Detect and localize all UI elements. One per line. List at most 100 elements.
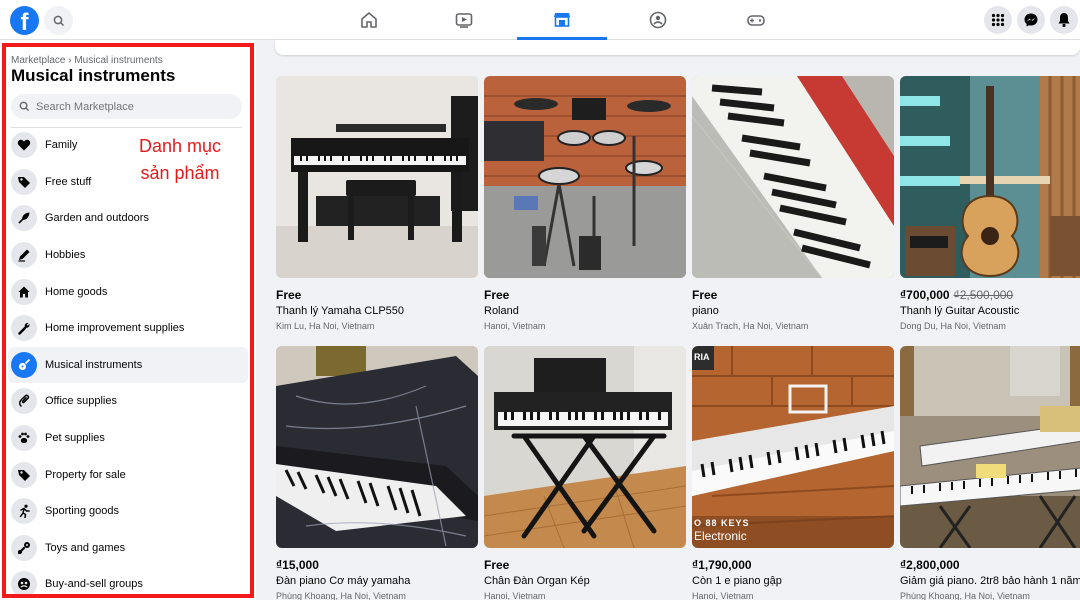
category-label: Home goods <box>45 285 108 298</box>
category-label: Musical instruments <box>45 358 143 371</box>
search-input[interactable] <box>36 100 226 113</box>
tab-groups[interactable] <box>613 0 703 40</box>
listing-price: ₫1,790,000 <box>692 558 894 572</box>
listing-location: Hanoi, Vietnam <box>484 321 546 331</box>
property-tag-icon <box>11 461 37 488</box>
listing-card[interactable]: Free Roland Hanoi, Vietnam <box>484 76 686 331</box>
search-icon <box>19 101 30 112</box>
messenger-icon <box>1024 13 1038 27</box>
price-value: ₫15,000 <box>276 558 319 572</box>
keyboard-stand-photo <box>484 346 686 548</box>
listing-location: Kim Lu, Ha Noi, Vietnam <box>276 321 375 331</box>
digital-piano-photo <box>276 76 478 278</box>
groups-icon <box>649 11 667 29</box>
listing-location: Phùng Khoang, Ha Noi, Vietnam <box>900 591 1030 600</box>
category-item-sporting-goods[interactable]: Sporting goods <box>8 493 248 530</box>
listing-card[interactable]: Free Chân Đàn Organ Kép Hanoi, Vietnam <box>484 346 686 600</box>
price-value: Free <box>484 558 510 572</box>
category-item-garden[interactable]: Garden and outdoors <box>8 200 248 237</box>
runner-icon <box>11 498 37 525</box>
category-label: Sporting goods <box>45 505 119 518</box>
bell-icon <box>1058 13 1070 28</box>
category-label: Buy-and-sell groups <box>45 578 143 591</box>
category-item-pet-supplies[interactable]: Pet supplies <box>8 420 248 457</box>
home-icon <box>361 12 377 28</box>
listing-card[interactable]: ₫15,000 Đàn piano Cơ máy yamaha Phùng Kh… <box>276 346 478 600</box>
tab-gaming[interactable] <box>711 0 801 40</box>
listing-title: Đàn piano Cơ máy yamaha <box>276 575 411 587</box>
listing-title: Thanh lý Guitar Acoustic <box>900 305 1020 317</box>
listing-title: piano <box>692 305 719 317</box>
category-item-buy-and-sell-groups[interactable]: Buy-and-sell groups <box>8 566 248 600</box>
listing-photo[interactable] <box>692 76 894 278</box>
pen-icon <box>11 242 37 269</box>
guitar-icon <box>11 351 37 378</box>
listing-photo[interactable] <box>276 76 478 278</box>
listing-price: Free <box>692 288 894 302</box>
breadcrumb[interactable]: Marketplace › Musical instruments <box>11 55 163 66</box>
category-item-musical-instruments[interactable]: Musical instruments <box>8 346 248 384</box>
listing-photo[interactable] <box>900 346 1080 548</box>
category-label: Home improvement supplies <box>45 322 185 335</box>
drum-kit-photo <box>484 76 686 278</box>
listing-photo[interactable] <box>900 76 1080 278</box>
listing-card[interactable]: Free Thanh lý Yamaha CLP550 Kim Lu, Ha N… <box>276 76 478 331</box>
listing-price: ₫700,000 ₫2,500,000 <box>900 288 1080 302</box>
category-list: Family Free stuff Garden and outdoors Ho… <box>8 127 248 600</box>
search-icon <box>53 15 64 26</box>
listing-price: Free <box>276 288 478 302</box>
listing-card[interactable]: ₫700,000 ₫2,500,000 Thanh lý Guitar Acous… <box>900 76 1080 331</box>
notifications-button[interactable] <box>1050 6 1078 34</box>
listing-card[interactable]: RIA O 88 KEYS Electronic ₫1,790,000 Còn … <box>692 346 894 600</box>
listing-price: ₫2,800,000 <box>900 558 1080 572</box>
category-item-home-goods[interactable]: Home goods <box>8 273 248 310</box>
category-label: Free stuff <box>45 175 92 188</box>
messenger-button[interactable] <box>1017 6 1045 34</box>
paw-icon <box>11 425 37 452</box>
listing-title: Thanh lý Yamaha CLP550 <box>276 305 405 317</box>
page-title: Musical instruments <box>11 66 176 85</box>
search-button[interactable] <box>44 6 73 35</box>
category-label: Property for sale <box>45 468 126 481</box>
plant-icon <box>11 205 37 232</box>
listing-photo[interactable] <box>276 346 478 548</box>
category-label: Office supplies <box>45 395 117 408</box>
listing-photo[interactable] <box>484 346 686 548</box>
listing-price: ₫15,000 <box>276 558 478 572</box>
marketplace-search[interactable] <box>11 94 242 119</box>
tab-marketplace[interactable] <box>517 0 607 40</box>
menu-button[interactable] <box>984 6 1012 34</box>
category-item-hobbies[interactable]: Hobbies <box>8 237 248 274</box>
listing-photo[interactable] <box>484 76 686 278</box>
keyboards-shop-photo <box>900 346 1080 548</box>
listing-price: Free <box>484 558 686 572</box>
category-item-office-supplies[interactable]: Office supplies <box>8 383 248 420</box>
original-price: ₫2,500,000 <box>953 288 1014 302</box>
logo-letter: f <box>20 9 29 35</box>
listing-title: Còn 1 e piano gập <box>692 575 782 587</box>
free-tag-icon <box>11 168 37 195</box>
main-header-strip <box>275 40 1080 55</box>
price-value: ₫2,800,000 <box>900 558 960 572</box>
paperclip-icon <box>11 388 37 415</box>
price-value: Free <box>484 288 510 302</box>
price-value: ₫700,000 <box>900 288 950 302</box>
listing-card[interactable]: Free piano Xuân Trach, Ha Noi, Vietnam <box>692 76 894 331</box>
category-item-toys-and-games[interactable]: Toys and games <box>8 530 248 567</box>
category-item-home-improvement[interactable]: Home improvement supplies <box>8 310 248 347</box>
wrench-icon <box>11 315 37 342</box>
facebook-logo[interactable]: f <box>10 6 39 35</box>
category-item-property-for-sale[interactable]: Property for sale <box>8 456 248 493</box>
listing-photo[interactable]: RIA O 88 KEYS Electronic <box>692 346 894 548</box>
house-icon <box>11 278 37 305</box>
listing-price: Free <box>484 288 686 302</box>
puzzle-icon <box>11 534 37 561</box>
price-value: Free <box>692 288 718 302</box>
listing-location: Dong Du, Ha Noi, Vietnam <box>900 321 1006 331</box>
listing-title: Giảm giá piano. 2tr8 bảo hành 1 năm <box>900 575 1080 587</box>
grid-menu-icon <box>991 13 1005 27</box>
tab-home[interactable] <box>324 0 414 40</box>
listing-card[interactable]: ₫2,800,000 Giảm giá piano. 2tr8 bảo hành… <box>900 346 1080 600</box>
tab-video[interactable] <box>419 0 509 40</box>
category-label: Toys and games <box>45 541 126 554</box>
